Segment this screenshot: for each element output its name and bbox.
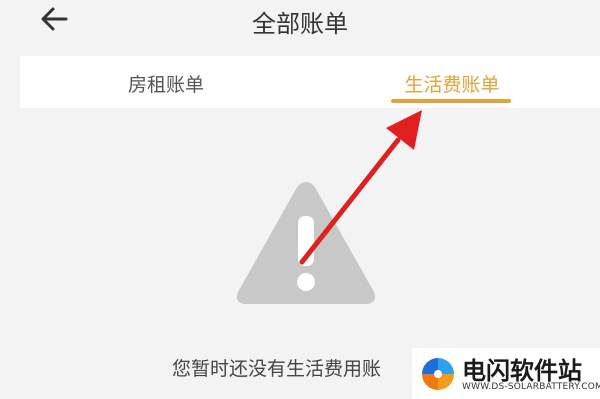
header-bar: 全部账单 [0, 0, 600, 48]
tab-living-expense-bill[interactable]: 生活费账单 [392, 70, 512, 97]
watermark-url: WWW.DS-SOLARBATTERY.COM [462, 382, 600, 392]
logo-mark-icon [416, 352, 460, 396]
warning-icon [236, 182, 376, 304]
empty-state-message: 您暂时还没有生活费用账 [172, 358, 382, 380]
watermark-name: 电闪软件站 [462, 357, 582, 385]
active-tab-indicator [391, 99, 511, 103]
page-title: 全部账单 [252, 10, 348, 38]
watermark-logo: 电闪软件站 WWW.DS-SOLARBATTERY.COM [412, 348, 600, 399]
tab-bar: 房租账单 生活费账单 [20, 56, 600, 108]
tab-rent-bill[interactable]: 房租账单 [116, 70, 216, 97]
